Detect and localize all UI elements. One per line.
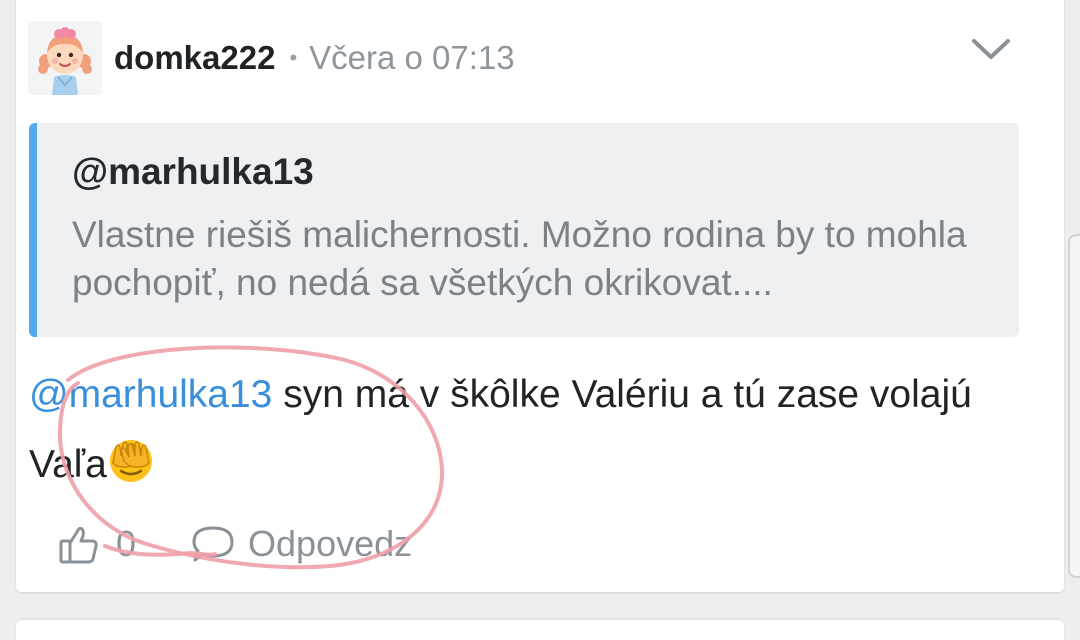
comment-actions: 0 Odpovedz	[58, 516, 412, 572]
post-header: domka222 • Včera o 07:13	[28, 20, 515, 96]
avatar[interactable]	[28, 21, 102, 95]
girl-avatar-icon	[28, 21, 102, 95]
speech-bubble-icon	[192, 526, 234, 562]
comment-body: @marhulka13 syn má v škôlke Valériu a tú…	[29, 360, 1029, 500]
quote-accent-bar	[29, 123, 37, 337]
timestamp: Včera o 07:13	[309, 39, 515, 76]
scroll-edge[interactable]	[1068, 234, 1080, 578]
like-button[interactable]: 0	[58, 523, 136, 565]
quote-author: @marhulka13	[72, 151, 314, 192]
username[interactable]: domka222	[114, 39, 275, 77]
quote-text: Vlastne riešiš malichernosti. Možno rodi…	[72, 214, 967, 303]
quoted-comment[interactable]: @marhulka13 Vlastne riešiš malichernosti…	[29, 123, 1019, 337]
reply-button[interactable]: Odpovedz	[190, 523, 412, 565]
separator-dot: •	[289, 45, 298, 70]
next-comment-card	[16, 620, 1064, 640]
thumbs-up-icon	[59, 526, 98, 564]
post-menu-button[interactable]	[970, 28, 1012, 70]
reply-label: Odpovedz	[248, 523, 413, 564]
like-count: 0	[116, 523, 137, 564]
mention-link[interactable]: @marhulka13	[29, 373, 272, 416]
chevron-down-icon	[972, 39, 1010, 59]
face-with-hand-over-eyes-icon	[109, 440, 152, 482]
